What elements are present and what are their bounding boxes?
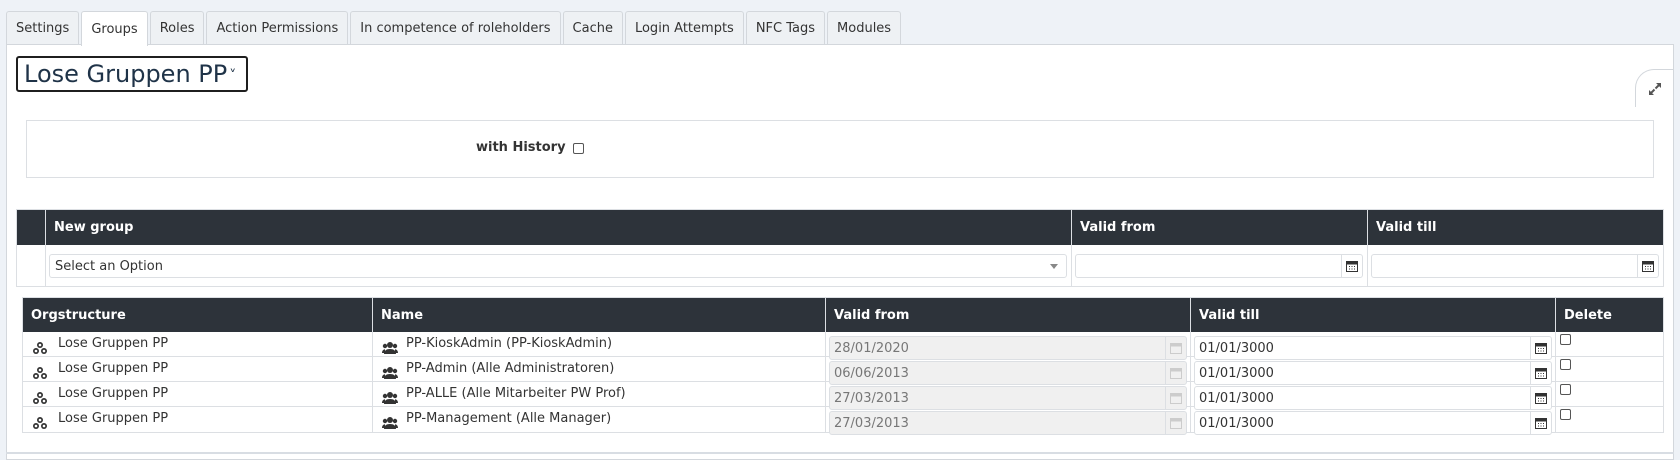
orgstructure-cell: Lose Gruppen PP [58, 361, 169, 376]
divider [372, 298, 373, 432]
delete-checkbox[interactable] [1560, 359, 1571, 370]
tab-modules[interactable]: Modules [827, 11, 902, 44]
users-group-icon [381, 414, 399, 432]
with-history-checkbox[interactable] [573, 143, 584, 154]
calendar-icon[interactable] [1341, 255, 1362, 277]
calendar-icon [1165, 337, 1186, 359]
chevron-down-icon: ˅ [229, 68, 237, 84]
divider [1367, 210, 1368, 286]
calendar-icon[interactable] [1530, 412, 1551, 434]
new-group-select-placeholder: Select an Option [55, 258, 163, 274]
tab-login-attempts[interactable]: Login Attempts [624, 11, 744, 44]
divider [825, 298, 826, 432]
valid-from-input: 28/01/2020 [829, 336, 1187, 360]
valid-from-value: 27/03/2013 [834, 390, 909, 406]
users-group-icon [381, 364, 399, 382]
org-structure-icon [31, 389, 49, 407]
new-group-valid-till-header: Valid till [1368, 210, 1663, 245]
filter-box [26, 120, 1654, 178]
name-header: Name [373, 298, 825, 332]
group-select[interactable]: Lose Gruppen PP ˅ [16, 56, 248, 92]
valid-till-value: 01/01/3000 [1199, 390, 1274, 406]
calendar-icon[interactable] [1530, 387, 1551, 409]
dropdown-arrow-icon [1050, 264, 1058, 269]
tab-roles[interactable]: Roles [149, 11, 205, 44]
orgstructure-header: Orgstructure [23, 298, 372, 332]
valid-from-input: 27/03/2013 [829, 386, 1187, 410]
divider [1190, 298, 1191, 432]
calendar-icon[interactable] [1530, 362, 1551, 384]
tab-bar: Settings Groups Roles Action Permissions… [6, 11, 903, 46]
org-structure-icon [31, 414, 49, 432]
expand-button[interactable] [1635, 69, 1673, 107]
valid-till-input[interactable]: 01/01/3000 [1194, 411, 1552, 435]
valid-till-input[interactable]: 01/01/3000 [1194, 386, 1552, 410]
delete-checkbox[interactable] [1560, 334, 1571, 345]
calendar-icon[interactable] [1637, 255, 1658, 277]
tab-settings[interactable]: Settings [6, 11, 80, 44]
group-select-value: Lose Gruppen PP [24, 60, 228, 88]
valid-till-value: 01/01/3000 [1199, 340, 1274, 356]
tab-in-competence-of-roleholders[interactable]: In competence of roleholders [350, 11, 561, 44]
calendar-icon [1165, 362, 1186, 384]
expand-icon [1648, 82, 1661, 95]
new-group-valid-from-header: Valid from [1072, 210, 1367, 245]
users-group-icon [381, 339, 399, 357]
new-group-valid-till-input[interactable] [1371, 254, 1659, 278]
valid-till-value: 01/01/3000 [1199, 365, 1274, 381]
calendar-icon [1165, 412, 1186, 434]
valid-from-header: Valid from [826, 298, 1190, 332]
valid-till-input[interactable]: 01/01/3000 [1194, 336, 1552, 360]
valid-till-value: 01/01/3000 [1199, 415, 1274, 431]
orgstructure-cell: Lose Gruppen PP [58, 411, 169, 426]
name-cell[interactable]: PP-KioskAdmin (PP-KioskAdmin) [406, 336, 612, 351]
valid-from-input: 06/06/2013 [829, 361, 1187, 385]
name-cell[interactable]: PP-ALLE (Alle Mitarbeiter PW Prof) [406, 386, 626, 401]
new-group-valid-from-input[interactable] [1075, 254, 1363, 278]
new-group-header: New group [46, 210, 1071, 245]
valid-from-value: 27/03/2013 [834, 415, 909, 431]
valid-from-value: 06/06/2013 [834, 365, 909, 381]
valid-from-value: 28/01/2020 [834, 340, 909, 356]
orgstructure-cell: Lose Gruppen PP [58, 336, 169, 351]
divider [1555, 298, 1556, 432]
name-cell[interactable]: PP-Management (Alle Manager) [406, 411, 611, 426]
valid-till-header: Valid till [1191, 298, 1555, 332]
divider [45, 210, 46, 286]
new-group-header-blank [17, 210, 45, 245]
tab-cache[interactable]: Cache [562, 11, 623, 44]
orgstructure-cell: Lose Gruppen PP [58, 386, 169, 401]
tab-action-permissions[interactable]: Action Permissions [206, 11, 349, 44]
delete-checkbox[interactable] [1560, 384, 1571, 395]
users-group-icon [381, 389, 399, 407]
valid-till-input[interactable]: 01/01/3000 [1194, 361, 1552, 385]
calendar-icon[interactable] [1530, 337, 1551, 359]
tab-nfc-tags[interactable]: NFC Tags [745, 11, 826, 44]
tab-groups[interactable]: Groups [81, 11, 148, 46]
divider [1071, 210, 1072, 286]
with-history-label: with History [476, 140, 566, 155]
name-cell[interactable]: PP-Admin (Alle Administratoren) [406, 361, 614, 376]
valid-from-input: 27/03/2013 [829, 411, 1187, 435]
org-structure-icon [31, 339, 49, 357]
calendar-icon [1165, 387, 1186, 409]
org-structure-icon [31, 364, 49, 382]
delete-header: Delete [1556, 298, 1663, 332]
delete-checkbox[interactable] [1560, 409, 1571, 420]
new-group-select[interactable]: Select an Option [49, 254, 1067, 278]
